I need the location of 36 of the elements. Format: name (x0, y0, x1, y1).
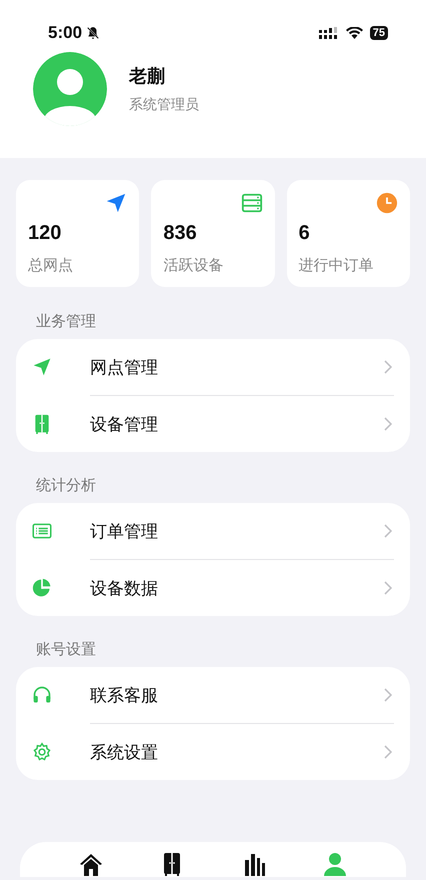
stat-value: 120 (28, 222, 62, 245)
chevron-icon (384, 745, 392, 759)
menu-item[interactable]: 设备数据 (90, 576, 384, 600)
chevron-icon (384, 360, 392, 374)
server-icon (240, 192, 263, 214)
chevron-icon (384, 417, 392, 431)
stat-label: 进行中订单 (298, 256, 375, 275)
chevron-icon (384, 524, 392, 538)
stat-value: 836 (163, 222, 198, 245)
settings-icon (32, 742, 52, 762)
headphones-icon (32, 685, 52, 705)
battery-level: 75 (370, 26, 388, 40)
section-title: 账号设置 (35, 639, 97, 660)
menu-item[interactable]: 联系客服 (90, 684, 384, 706)
navigation-arrow-icon (105, 192, 128, 214)
menu-item[interactable]: 设备管理 (90, 412, 384, 436)
navigation-arrow-icon (32, 357, 52, 377)
pie-chart-icon (32, 578, 52, 598)
chevron-icon (384, 688, 392, 702)
user-role: 系统管理员 (129, 96, 199, 114)
section-title: 统计分析 (35, 475, 97, 496)
stat-label: 活跃设备 (163, 256, 224, 275)
wifi-icon (346, 27, 363, 39)
signal-icon (318, 27, 339, 39)
clock-icon (376, 192, 398, 214)
status-time: 5:00 (48, 23, 82, 43)
section-title: 业务管理 (35, 311, 97, 332)
chevron-icon (384, 581, 392, 595)
home-icon[interactable] (78, 852, 103, 876)
list-icon (32, 521, 52, 541)
user-name: 老蒯 (129, 65, 166, 88)
menu-item[interactable]: 订单管理 (90, 520, 384, 542)
menu-item[interactable]: 网点管理 (90, 356, 384, 378)
menu-item[interactable]: 系统设置 (90, 740, 384, 764)
stat-value: 6 (298, 222, 311, 245)
stat-label: 总网点 (28, 256, 74, 275)
